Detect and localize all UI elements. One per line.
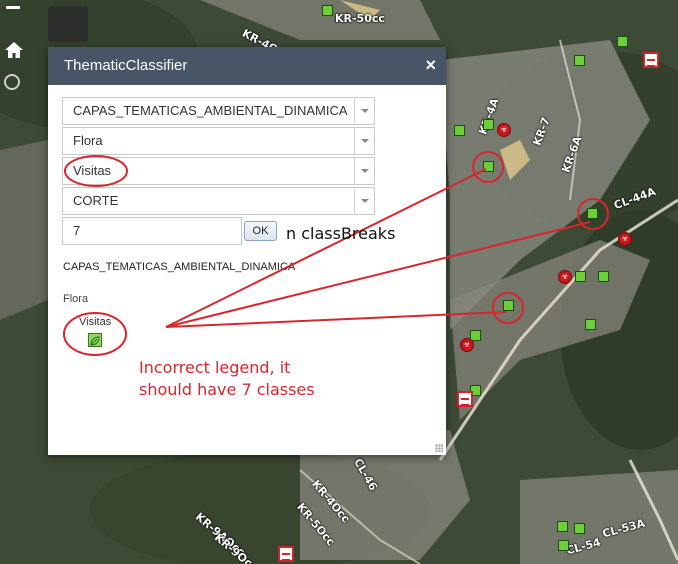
chevron-down-icon[interactable] xyxy=(354,128,374,154)
flora-marker[interactable] xyxy=(558,540,569,551)
class-count-input[interactable]: 7 xyxy=(62,217,242,245)
annotation-note-line: should have 7 classes xyxy=(139,380,315,399)
street-label: KR-50cc xyxy=(335,12,385,25)
flora-marker[interactable] xyxy=(557,521,568,532)
field-select[interactable]: Visitas xyxy=(62,157,375,185)
locate-icon[interactable] xyxy=(4,74,20,90)
annotation-note-line: Incorrect legend, it xyxy=(139,358,291,377)
building-marker[interactable] xyxy=(643,52,659,68)
legend-group-label: Flora xyxy=(63,293,89,305)
flora-marker[interactable] xyxy=(585,319,596,330)
resize-handle[interactable] xyxy=(435,444,443,452)
chevron-down-icon[interactable] xyxy=(354,158,374,184)
flora-marker[interactable] xyxy=(454,125,465,136)
flora-marker[interactable] xyxy=(575,271,586,282)
chevron-down-icon[interactable] xyxy=(354,98,374,124)
flora-marker[interactable] xyxy=(574,523,585,534)
toolbar-widget-button[interactable] xyxy=(48,6,88,42)
layer-select-value: CAPAS_TEMATICAS_AMBIENTAL_DINAMICA xyxy=(73,103,348,118)
flora-marker[interactable] xyxy=(483,119,494,130)
flora-marker[interactable] xyxy=(617,36,628,47)
sublayer-select[interactable]: Flora xyxy=(62,127,375,155)
layer-select[interactable]: CAPAS_TEMATICAS_AMBIENTAL_DINAMICA xyxy=(62,97,375,125)
legend-layer-name: CAPAS_TEMATICAS_AMBIENTAL_DINAMICA xyxy=(63,261,296,273)
hazard-marker[interactable]: ☣ xyxy=(497,123,511,137)
chevron-down-icon[interactable] xyxy=(354,188,374,214)
hazard-marker[interactable]: ☣ xyxy=(558,270,572,284)
hazard-marker[interactable]: ☣ xyxy=(618,232,632,246)
zoom-out-button[interactable] xyxy=(6,6,20,9)
flora-marker[interactable] xyxy=(503,300,514,311)
flora-marker[interactable] xyxy=(587,208,598,219)
legend-item-label: Visitas xyxy=(79,316,112,328)
leaf-icon xyxy=(88,333,102,347)
close-icon[interactable]: × xyxy=(425,55,436,75)
field-select-value: Visitas xyxy=(73,163,112,178)
flora-marker[interactable] xyxy=(483,161,494,172)
flora-marker[interactable] xyxy=(574,55,585,66)
hazard-marker[interactable]: ☣ xyxy=(460,338,474,352)
building-marker[interactable] xyxy=(278,546,294,562)
dialog-header[interactable]: ThematicClassifier × xyxy=(48,47,446,85)
method-select-value: CORTE xyxy=(73,193,119,208)
annotation-classbreaks: n classBreaks xyxy=(286,224,396,243)
method-select[interactable]: CORTE xyxy=(62,187,375,215)
dialog-title: ThematicClassifier xyxy=(64,57,188,74)
flora-marker[interactable] xyxy=(322,5,333,16)
sublayer-select-value: Flora xyxy=(73,133,103,148)
annotation-note: Incorrect legend, it should have 7 class… xyxy=(139,357,315,401)
ok-button[interactable]: OK xyxy=(244,221,277,241)
building-marker[interactable] xyxy=(457,391,473,407)
home-icon[interactable] xyxy=(4,40,24,60)
flora-marker[interactable] xyxy=(598,271,609,282)
